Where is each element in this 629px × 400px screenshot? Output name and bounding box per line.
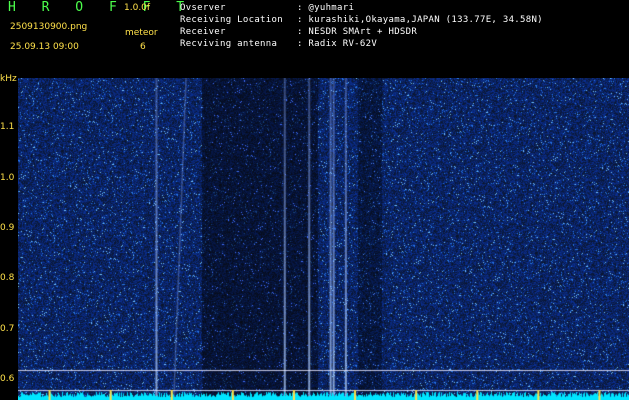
location-label: Receiving Location xyxy=(180,15,283,25)
y-tick-label: 0.6 xyxy=(0,373,15,384)
y-tick-label: 0.7 xyxy=(0,323,15,334)
observer-label: Ovserver xyxy=(180,3,226,13)
filename: 2509130900.png xyxy=(10,22,88,32)
antenna-value: : Radix RV-62V xyxy=(297,39,378,49)
meteor-label: meteor xyxy=(125,28,158,38)
y-tick-label: 0.9 xyxy=(0,222,15,233)
receiver-value: : NESDR SMArt + HDSDR xyxy=(297,27,418,37)
y-tick-label: 1.1 xyxy=(0,122,15,133)
app-version: 1.0.0f xyxy=(124,3,151,13)
location-value: : kurashiki,Okayama,JAPAN (133.77E, 34.5… xyxy=(297,15,543,25)
receiver-label: Receiver xyxy=(180,27,226,37)
y-tick-label: 1.0 xyxy=(0,172,15,183)
datetime: 25.09.13 09:00 xyxy=(10,42,79,52)
y-axis-unit: kHz xyxy=(0,74,17,84)
y-tick-label: 0.8 xyxy=(0,273,15,284)
app-name: H R O F F T xyxy=(8,0,194,15)
spectrogram-canvas xyxy=(18,78,629,400)
meteor-count: 6 xyxy=(140,42,146,52)
observer-value: : @yuhmari xyxy=(297,3,355,13)
header-panel: H R O F F T 1.0.0f 2509130900.png 25.09.… xyxy=(0,0,629,78)
antenna-label: Recviving antenna xyxy=(180,39,278,49)
